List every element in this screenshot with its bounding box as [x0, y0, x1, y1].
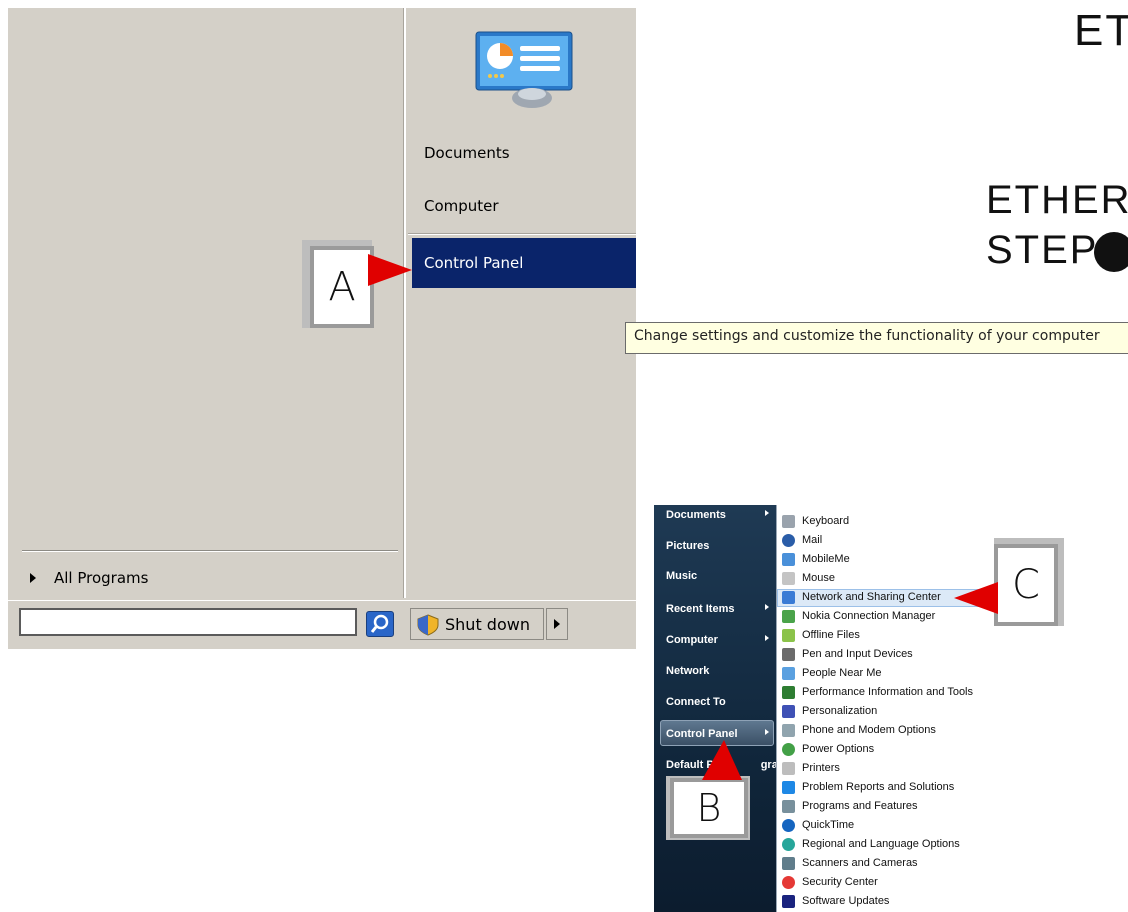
cp-item-power-options[interactable]: Power Options: [802, 743, 874, 755]
cp-item-pen-input[interactable]: Pen and Input Devices: [802, 648, 913, 660]
cp-item-security[interactable]: Security Center: [802, 876, 878, 888]
cp-item-performance[interactable]: Performance Information and Tools: [802, 686, 973, 698]
step-number-badge: [1094, 232, 1128, 272]
win7-start-menu-left: [654, 505, 776, 912]
heading-ethernet: ETHERI: [986, 178, 1128, 222]
submenu-arrow-icon: [765, 729, 769, 735]
shield-icon: [417, 614, 439, 636]
menu-item-computer[interactable]: Computer: [424, 197, 499, 215]
network-icon: [782, 591, 795, 604]
performance-icon: [782, 686, 795, 699]
expand-arrow-icon: [30, 573, 36, 583]
callout-a: A: [310, 246, 374, 328]
heading-step: STEP: [986, 228, 1099, 272]
mobileme-icon: [782, 553, 795, 566]
win7-item-network[interactable]: Network: [666, 665, 709, 677]
cp-item-regional[interactable]: Regional and Language Options: [802, 838, 960, 850]
callout-c: C: [994, 544, 1058, 626]
win7-item-recent-items[interactable]: Recent Items: [666, 603, 734, 615]
search-button[interactable]: [366, 611, 394, 637]
submenu-arrow-icon: [765, 510, 769, 516]
cp-item-programs-features[interactable]: Programs and Features: [802, 800, 918, 812]
all-programs-separator: [22, 550, 398, 552]
search-icon: [370, 614, 389, 633]
mail-icon: [782, 534, 795, 547]
offline-files-icon: [782, 629, 795, 642]
cp-item-quicktime[interactable]: QuickTime: [802, 819, 854, 831]
cp-item-phone-modem[interactable]: Phone and Modem Options: [802, 724, 936, 736]
cp-item-printers[interactable]: Printers: [802, 762, 840, 774]
callout-a-arrow: [368, 254, 412, 286]
pen-icon: [782, 648, 795, 661]
win7-item-documents[interactable]: Documents: [666, 509, 726, 521]
submenu-arrow-icon: [765, 604, 769, 610]
cp-item-mobileme[interactable]: MobileMe: [802, 553, 850, 565]
cp-item-mouse[interactable]: Mouse: [802, 572, 835, 584]
problem-reports-icon: [782, 781, 795, 794]
win7-item-connect-to[interactable]: Connect To: [666, 696, 726, 708]
quicktime-icon: [782, 819, 795, 832]
scanner-icon: [782, 857, 795, 870]
software-updates-icon: [782, 895, 795, 908]
menu-item-control-panel[interactable]: Control Panel: [424, 254, 523, 272]
menu-separator: [408, 233, 636, 235]
cp-item-people-near-me[interactable]: People Near Me: [802, 667, 882, 679]
cp-item-keyboard[interactable]: Keyboard: [802, 515, 849, 527]
nokia-icon: [782, 610, 795, 623]
people-icon: [782, 667, 795, 680]
shutdown-button[interactable]: Shut down: [410, 608, 544, 640]
shutdown-label: Shut down: [445, 614, 530, 634]
cp-item-scanners[interactable]: Scanners and Cameras: [802, 857, 918, 869]
power-icon: [782, 743, 795, 756]
cp-item-mail[interactable]: Mail: [802, 534, 822, 546]
win7-item-music[interactable]: Music: [666, 570, 697, 582]
cp-item-software-updates[interactable]: Software Updates: [802, 895, 889, 907]
control-panel-large-icon: [475, 31, 573, 108]
mouse-icon: [782, 572, 795, 585]
printer-icon: [782, 762, 795, 775]
search-input[interactable]: [19, 608, 357, 636]
tooltip: Change settings and customize the functi…: [625, 322, 1128, 354]
win7-item-control-panel[interactable]: Control Panel: [666, 728, 738, 740]
personalization-icon: [782, 705, 795, 718]
cp-item-problem-reports[interactable]: Problem Reports and Solutions: [802, 781, 954, 793]
cp-item-nokia[interactable]: Nokia Connection Manager: [802, 610, 935, 622]
cp-item-personalization[interactable]: Personalization: [802, 705, 877, 717]
callout-b-arrow: [702, 740, 742, 780]
heading-top: ET: [1074, 6, 1128, 55]
all-programs-button[interactable]: All Programs: [22, 564, 398, 592]
win7-item-computer[interactable]: Computer: [666, 634, 718, 646]
keyboard-icon: [782, 515, 795, 528]
callout-c-arrow: [954, 582, 998, 614]
menu-item-documents[interactable]: Documents: [424, 144, 510, 162]
programs-icon: [782, 800, 795, 813]
shutdown-options-arrow[interactable]: [546, 608, 568, 640]
phone-icon: [782, 724, 795, 737]
callout-b: B: [670, 778, 748, 838]
cp-item-network-sharing[interactable]: Network and Sharing Center: [802, 591, 941, 603]
security-icon: [782, 876, 795, 889]
win7-item-pictures[interactable]: Pictures: [666, 540, 709, 552]
all-programs-label: All Programs: [54, 569, 149, 587]
submenu-arrow-icon: [765, 635, 769, 641]
cp-item-offline-files[interactable]: Offline Files: [802, 629, 860, 641]
globe-icon: [782, 838, 795, 851]
